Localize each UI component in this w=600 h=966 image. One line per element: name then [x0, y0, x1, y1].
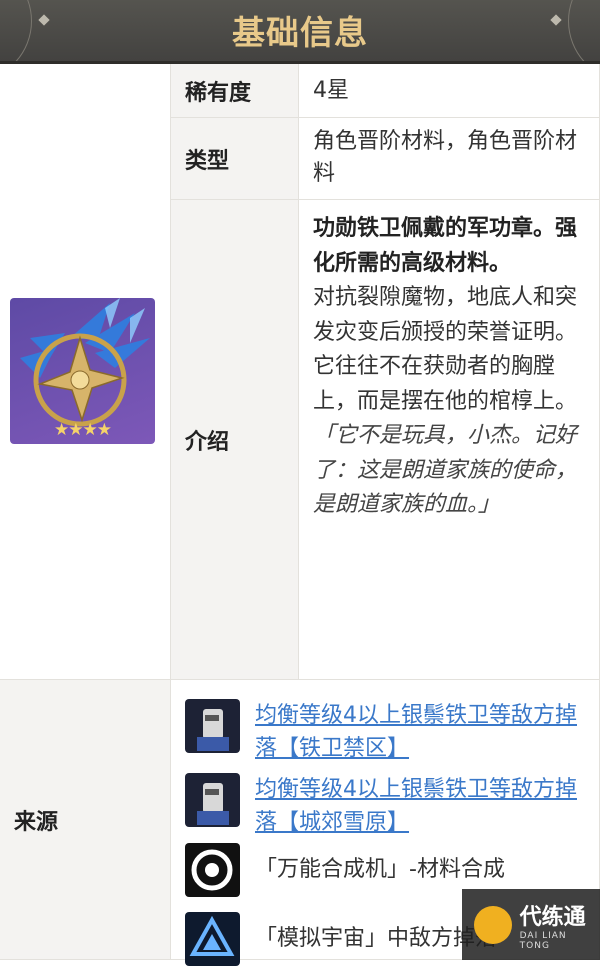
intro-paragraph-1: 对抗裂隙魔物，地底人和突发灾变后颁授的荣誉证明。: [313, 285, 578, 345]
rarity-stars: ★★★★: [54, 420, 112, 440]
intro-value: 功勋铁卫佩戴的军功章。强化所需的高级材料。 对抗裂隙魔物，地底人和突发灾变后颁授…: [299, 200, 600, 680]
watermark-logo-icon: [474, 905, 512, 944]
enemy-icon: [185, 699, 240, 753]
source-text-3: 「万能合成机」-材料合成: [255, 857, 505, 882]
type-label: 类型: [171, 118, 299, 200]
source-link-2[interactable]: 均衡等级4以上银鬃铁卫等敌方掉落【城郊雪原】: [255, 773, 585, 839]
source-item[interactable]: 均衡等级4以上银鬃铁卫等敌方掉落【铁卫禁区】: [185, 699, 585, 765]
source-link-1[interactable]: 均衡等级4以上银鬃铁卫等敌方掉落【铁卫禁区】: [255, 699, 585, 765]
intro-quote: 「它不是玩具，小杰。记好了：这是朗道家族的使命，是朗道家族的血。」: [313, 423, 578, 517]
synthesizer-icon: [185, 843, 240, 897]
rarity-label: 稀有度: [171, 64, 299, 118]
universe-icon: [185, 912, 240, 966]
section-header: 基础信息: [0, 0, 600, 64]
rarity-value: 4星: [299, 64, 600, 118]
item-image: ★★★★: [10, 298, 155, 444]
source-text-4: 「模拟宇宙」中敌方掉落: [255, 926, 498, 951]
source-label: 来源: [0, 680, 171, 960]
intro-label: 介绍: [171, 200, 299, 680]
section-title: 基础信息: [232, 13, 368, 52]
intro-bold: 功勋铁卫佩戴的军功章。强化所需的高级材料。: [313, 216, 578, 276]
watermark: 代练通 DAI LIAN TONG: [462, 889, 600, 960]
type-value: 角色晋阶材料，角色晋阶材料: [299, 118, 600, 200]
source-item: 「万能合成机」-材料合成: [185, 843, 505, 897]
source-item: 「模拟宇宙」中敌方掉落: [185, 912, 497, 966]
intro-paragraph-2: 它往往不在获勋者的胸膛上，而是摆在他的棺椁上。: [313, 354, 578, 414]
watermark-sub: DAI LIAN TONG: [519, 930, 567, 951]
enemy-icon: [185, 773, 240, 827]
watermark-name: 代练通: [519, 904, 586, 930]
source-item[interactable]: 均衡等级4以上银鬃铁卫等敌方掉落【城郊雪原】: [185, 773, 585, 839]
